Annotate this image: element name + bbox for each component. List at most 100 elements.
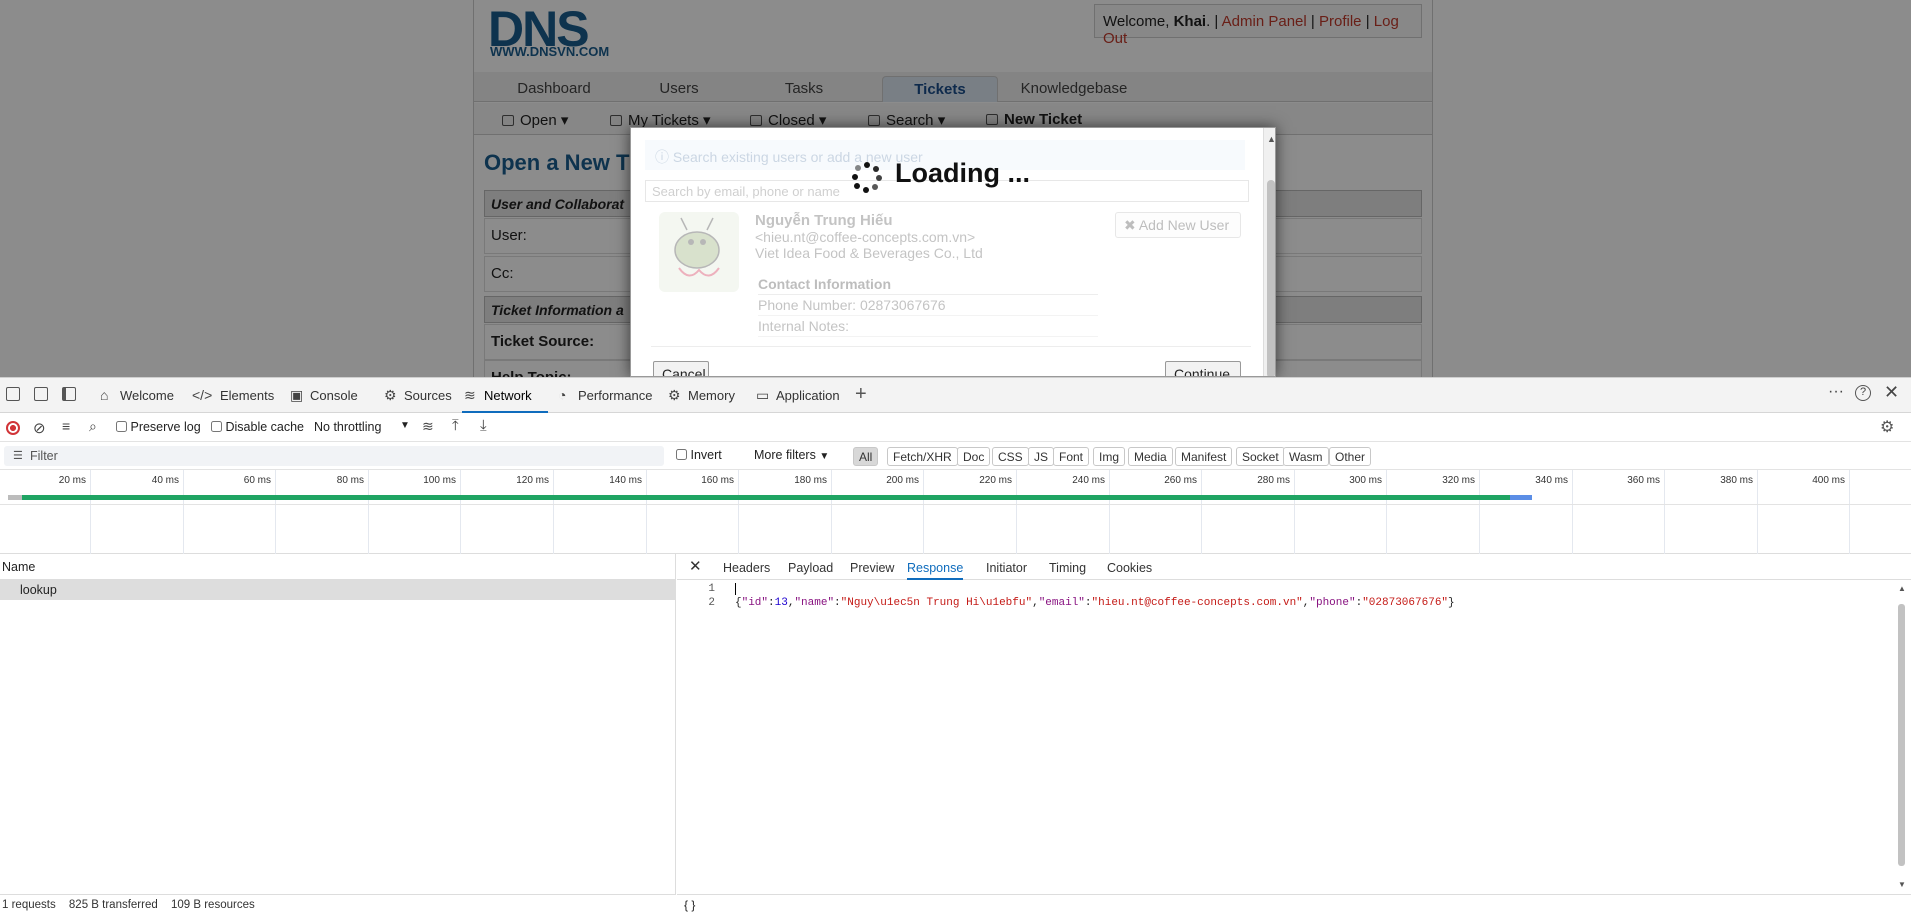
inspect-icon[interactable]: [6, 387, 20, 401]
request-row[interactable]: lookup: [0, 580, 676, 600]
timeline-gridline: [1849, 470, 1850, 554]
filter-other[interactable]: Other: [1329, 447, 1372, 466]
throttling-dropdown-icon[interactable]: ▼: [400, 420, 410, 431]
tab-performance[interactable]: ◔ Performance: [556, 378, 652, 413]
continue-button[interactable]: Continue: [1165, 361, 1241, 376]
filter-img[interactable]: Img: [1093, 447, 1126, 466]
tab-payload[interactable]: Payload: [788, 561, 833, 575]
modal-scrollbar[interactable]: ▲: [1263, 128, 1275, 376]
import-har-icon[interactable]: ⤒: [452, 417, 459, 434]
network-conditions-icon[interactable]: ≋: [422, 418, 434, 435]
filter-icon: ☰: [13, 450, 23, 462]
web-page: DNS WWW.DNSVN.COM Welcome, Khai. | Admin…: [0, 0, 1911, 377]
dock-icon[interactable]: [62, 387, 76, 401]
filter-all[interactable]: All: [853, 447, 879, 466]
tab-elements[interactable]: </> Elements: [190, 378, 274, 413]
scrollbar-thumb[interactable]: [1267, 180, 1275, 376]
memory-icon: ⚙: [668, 387, 681, 403]
timeline-gridline: [738, 470, 739, 554]
disable-cache-checkbox[interactable]: Disable cache: [211, 420, 304, 434]
close-detail-icon[interactable]: ✕: [689, 557, 702, 575]
network-toolbar: ⊘ ≡ ⌕ Preserve log Disable cache No thro…: [0, 414, 1911, 442]
user-email: <hieu.nt@coffee-concepts.com.vn>: [755, 229, 976, 245]
devtools-panel: ⌂ Welcome </> Elements ▣ Console ⚙ Sources ≋…: [0, 377, 1911, 914]
timeline-gridline: [1109, 470, 1110, 554]
timeline-tick-label: 240 ms: [1072, 475, 1105, 486]
timeline-gridline: [1664, 470, 1665, 554]
network-settings-gear-icon[interactable]: ⚙: [1880, 417, 1894, 437]
gauge-icon: ◔: [558, 387, 567, 403]
invert-checkbox[interactable]: Invert: [676, 448, 722, 462]
filter-doc[interactable]: Doc: [957, 447, 991, 466]
clear-icon[interactable]: ⊘: [33, 419, 46, 437]
close-devtools-icon[interactable]: ✕: [1884, 382, 1899, 403]
tab-timing[interactable]: Timing: [1049, 561, 1086, 575]
scroll-up-icon[interactable]: ▲: [1267, 134, 1275, 144]
timeline-tick-label: 200 ms: [886, 475, 919, 486]
timeline-tick-label: 20 ms: [58, 475, 86, 486]
transferred-size: 825 B transferred: [68, 899, 158, 911]
scroll-up-icon[interactable]: ▲: [1898, 584, 1906, 593]
scroll-down-icon[interactable]: ▼: [1898, 880, 1906, 889]
tab-headers[interactable]: Headers: [723, 561, 770, 575]
tab-application[interactable]: ▭ Application: [754, 378, 840, 413]
add-tab-icon[interactable]: +: [855, 383, 867, 406]
name-column-header[interactable]: Name: [0, 554, 676, 580]
tab-cookies[interactable]: Cookies: [1107, 561, 1152, 575]
scrollbar-thumb[interactable]: [1898, 604, 1905, 866]
console-icon: ▣: [290, 387, 304, 403]
tab-network[interactable]: ≋ Network: [462, 378, 548, 413]
tab-sources[interactable]: ⚙ Sources: [382, 378, 452, 413]
filter-input[interactable]: ☰ Filter: [4, 446, 664, 466]
throttling-select[interactable]: No throttling: [314, 420, 381, 434]
filter-socket[interactable]: Socket: [1236, 447, 1285, 466]
waterfall-download-bar: [1510, 495, 1532, 500]
timeline-gridline: [553, 470, 554, 554]
response-scrollbar[interactable]: ▲ ▼: [1895, 580, 1909, 894]
device-emulation-icon[interactable]: [34, 387, 48, 401]
code-icon: </>: [192, 387, 213, 403]
preserve-log-check[interactable]: [116, 421, 127, 432]
filter-css[interactable]: CSS: [992, 447, 1029, 466]
contact-internal-notes: Internal Notes:: [758, 318, 1098, 337]
timeline-divider: [0, 504, 1911, 505]
timeline-tick-label: 180 ms: [794, 475, 827, 486]
filter-wasm[interactable]: Wasm: [1283, 447, 1329, 466]
invert-check[interactable]: [676, 449, 687, 460]
line-number: 1: [708, 583, 715, 595]
tab-console[interactable]: ▣ Console: [288, 378, 358, 413]
timeline-gridline: [1294, 470, 1295, 554]
tab-initiator[interactable]: Initiator: [986, 561, 1027, 575]
export-har-icon[interactable]: ⤓: [480, 417, 487, 434]
disable-cache-check[interactable]: [211, 421, 222, 432]
pretty-print-button[interactable]: { }: [677, 894, 1911, 914]
tab-memory[interactable]: ⚙ Memory: [666, 378, 735, 413]
more-options-icon[interactable]: ···: [1828, 383, 1844, 401]
timeline-gridline: [460, 470, 461, 554]
contact-phone: Phone Number: 02873067676: [758, 297, 1098, 316]
add-new-user-button[interactable]: ✖ Add New User: [1115, 212, 1241, 238]
filter-funnel-icon[interactable]: ≡: [62, 418, 70, 434]
loading-spinner-icon: [852, 162, 882, 193]
tab-response[interactable]: Response: [907, 561, 964, 580]
tab-welcome[interactable]: ⌂ Welcome: [98, 378, 174, 413]
search-icon[interactable]: ⌕: [89, 418, 97, 435]
user-name: Nguyễn Trung Hiếu: [755, 212, 893, 229]
detail-tabbar: ✕ Headers Payload Preview Response Initi…: [677, 554, 1911, 580]
response-body[interactable]: 1 2 {"id":13,"name":"Nguy\u1ec5n Trung H…: [677, 580, 1897, 894]
filter-media[interactable]: Media: [1128, 447, 1173, 466]
filter-js[interactable]: JS: [1028, 447, 1055, 466]
waterfall-request-bar: [22, 495, 1530, 500]
timeline-gridline: [183, 470, 184, 554]
help-icon[interactable]: ?: [1855, 385, 1871, 401]
network-overview-timeline[interactable]: 20 ms 40 ms 60 ms 80 ms 100 ms 120 ms 140 ms 16…: [0, 470, 1911, 554]
filter-manifest[interactable]: Manifest: [1175, 447, 1233, 466]
cancel-button[interactable]: Cancel: [653, 361, 709, 376]
more-filters-button[interactable]: More filters ▼: [754, 448, 829, 462]
loading-text: Loading ...: [895, 158, 1030, 188]
preserve-log-checkbox[interactable]: Preserve log: [116, 420, 201, 434]
filter-font[interactable]: Font: [1053, 447, 1090, 466]
filter-fetch-xhr[interactable]: Fetch/XHR: [887, 447, 958, 466]
record-icon[interactable]: [6, 421, 20, 435]
tab-preview[interactable]: Preview: [850, 561, 894, 575]
